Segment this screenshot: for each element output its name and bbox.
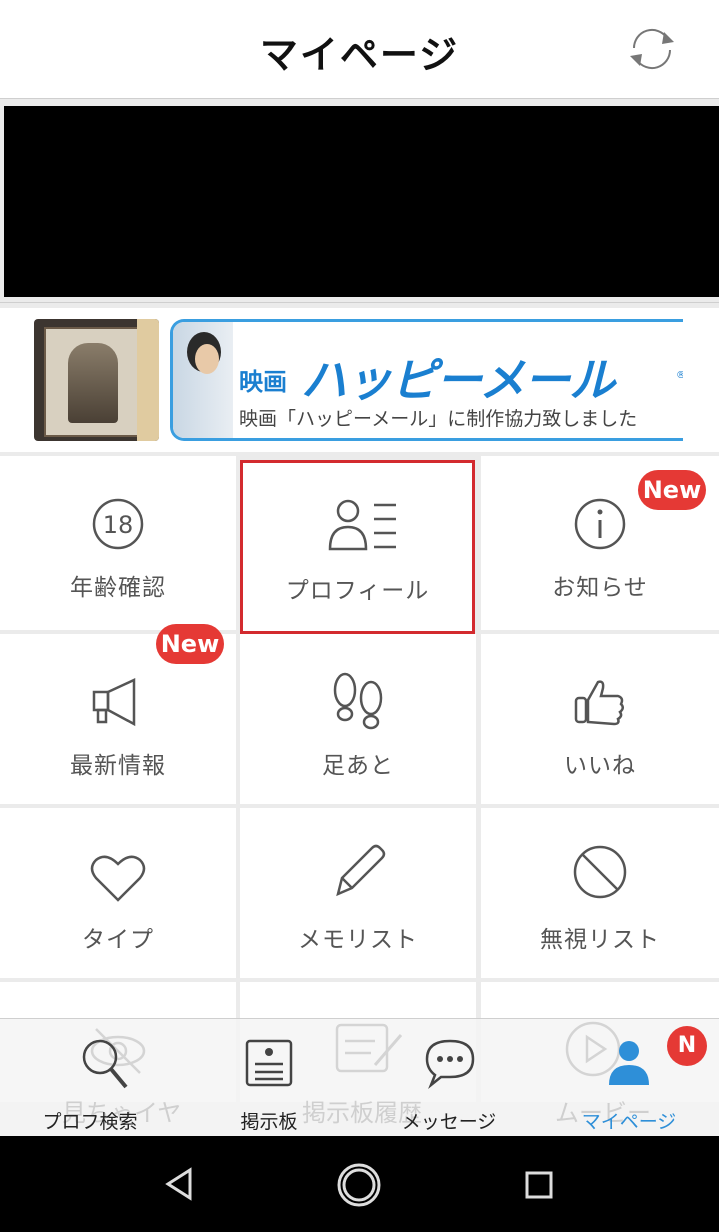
menu-label: メモリスト — [298, 927, 418, 953]
app-header: マイページ — [0, 0, 719, 99]
profile-list-icon — [328, 497, 396, 557]
divider — [0, 302, 719, 303]
megaphone-icon — [88, 674, 148, 734]
menu-label: 無視リスト — [540, 927, 660, 953]
chat-bubble-icon — [423, 1037, 475, 1089]
bottom-tab-bar: 見ちゃイヤ 掲示板履歴 ムービー プロフ検索 掲示板 メッセージ マイページ N — [0, 1018, 719, 1137]
tab-board[interactable]: 掲示板 — [214, 1019, 324, 1137]
info-icon — [570, 494, 630, 554]
tab-label: 掲示板 — [240, 1111, 298, 1133]
ad-banner-row: 映画 ハッピーメール ® 映画「ハッピーメール」に制作協力致しました — [0, 308, 719, 452]
tab-messages[interactable]: メッセージ — [394, 1019, 504, 1137]
tab-label: マイページ — [581, 1111, 677, 1133]
new-badge: New — [638, 470, 706, 510]
menu-label: プロフィール — [285, 578, 430, 604]
menu-memo-list[interactable]: メモリスト — [240, 808, 476, 978]
banner-title-prefix: 映画 — [239, 368, 287, 396]
tab-profile-search[interactable]: プロフ検索 — [30, 1019, 150, 1137]
menu-profile[interactable]: プロフィール — [240, 460, 475, 634]
tab-label: メッセージ — [401, 1111, 497, 1133]
menu-label: お知らせ — [552, 575, 648, 601]
menu-label: 年齢確認 — [70, 575, 166, 601]
tab-label: プロフ検索 — [42, 1111, 138, 1133]
system-nav-bar — [0, 1136, 719, 1232]
menu-age-verification[interactable]: 18 年齢確認 — [0, 456, 236, 630]
tab-mypage[interactable]: マイページ N — [574, 1019, 707, 1137]
menu-label: いいね — [564, 753, 636, 779]
menu-ignore-list[interactable]: 無視リスト — [481, 808, 719, 978]
new-badge: New — [156, 624, 224, 664]
heart-icon — [88, 848, 148, 908]
menu-label: タイプ — [82, 927, 154, 953]
age-18-icon: 18 — [88, 494, 148, 554]
svg-text:18: 18 — [103, 511, 134, 539]
menu-label: 足あと — [322, 753, 394, 779]
tarot-banner-image[interactable] — [34, 319, 159, 441]
notification-badge: N — [667, 1026, 707, 1066]
banner-registered-mark: ® — [676, 370, 683, 381]
banner-subtitle: 映画「ハッピーメール」に制作協力致しました — [239, 408, 638, 430]
thumbs-up-icon — [570, 674, 630, 734]
black-banner-area — [4, 106, 719, 297]
user-icon — [603, 1037, 655, 1089]
refresh-icon[interactable] — [622, 22, 682, 76]
menu-footprints[interactable]: 足あと — [240, 634, 476, 804]
recents-icon[interactable] — [524, 1170, 554, 1200]
menu-type[interactable]: タイプ — [0, 808, 236, 978]
board-icon — [243, 1037, 295, 1089]
page-title: マイページ — [259, 33, 460, 77]
search-icon — [80, 1037, 132, 1089]
menu-news[interactable]: お知らせ New — [481, 456, 719, 630]
banner-title: ハッピーメール — [301, 353, 615, 407]
footprints-icon — [328, 670, 388, 730]
menu-likes[interactable]: いいね — [481, 634, 719, 804]
menu-label: 最新情報 — [70, 753, 166, 779]
banner-person-image — [173, 322, 233, 438]
home-icon[interactable] — [336, 1162, 382, 1208]
back-icon[interactable] — [164, 1166, 194, 1202]
happymail-movie-banner[interactable]: 映画 ハッピーメール ® 映画「ハッピーメール」に制作協力致しました — [170, 319, 683, 441]
menu-latest-info[interactable]: 最新情報 New — [0, 624, 236, 804]
pencil-icon — [328, 840, 388, 900]
block-icon — [570, 842, 630, 902]
